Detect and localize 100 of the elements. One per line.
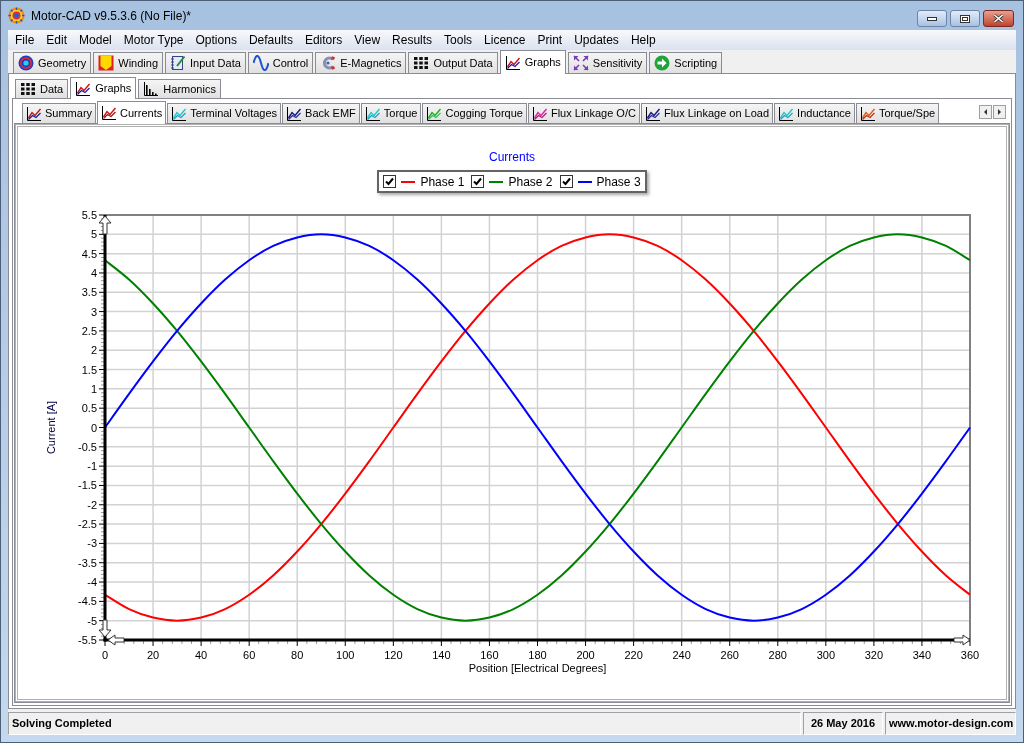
notebook-icon xyxy=(170,55,187,71)
x-tick-label: 360 xyxy=(960,649,980,661)
y-tick-label: 2 xyxy=(90,344,97,357)
y-tick-label: -4 xyxy=(87,576,97,589)
tab[interactable]: Graphs xyxy=(499,50,566,74)
arrow-up-icon[interactable] xyxy=(98,215,112,235)
x-tick-label: 0 xyxy=(101,649,109,661)
tab[interactable]: E-Magnetics xyxy=(315,52,407,73)
tab[interactable]: Currents xyxy=(97,101,167,124)
y-tick-label: -1 xyxy=(87,460,97,473)
menu-item[interactable]: Help xyxy=(624,30,662,50)
y-tick-label: -3 xyxy=(87,537,97,550)
scroll-left-button[interactable] xyxy=(979,105,992,119)
menu-item[interactable]: Model xyxy=(73,30,118,50)
status-message: Solving Completed xyxy=(8,712,801,735)
status-date: 26 May 2016 xyxy=(803,712,883,735)
y-tick-label: 0.5 xyxy=(81,402,97,415)
tab[interactable]: Scripting xyxy=(649,52,723,73)
tab[interactable]: Input Data xyxy=(165,52,246,73)
x-tick-label: 160 xyxy=(480,649,499,661)
y-tick-label: 4 xyxy=(90,266,97,279)
y-axis-title: Current [A] xyxy=(45,400,57,455)
tab[interactable]: Torque xyxy=(360,103,422,123)
y-tick-label: 2.5 xyxy=(81,324,97,337)
line-chart-icon xyxy=(101,105,118,121)
maximize-button[interactable] xyxy=(950,10,980,27)
tab[interactable]: Data xyxy=(15,79,69,98)
x-tick-label: 140 xyxy=(432,649,451,661)
arrow-left-icon[interactable] xyxy=(107,634,125,646)
arrow-circle-icon xyxy=(654,55,671,71)
scroll-right-button[interactable] xyxy=(993,105,1006,119)
tab[interactable]: Flux Linkage O/C xyxy=(527,103,640,123)
legend-label: Phase 1 xyxy=(420,173,465,191)
menu-item[interactable]: Tools xyxy=(438,30,479,50)
menu-item[interactable]: Motor Type xyxy=(117,30,190,50)
tab[interactable]: Back EMF xyxy=(282,103,360,123)
x-tick-label: 240 xyxy=(672,649,691,661)
menu-item[interactable]: Print xyxy=(531,30,569,50)
tab[interactable]: Flux Linkage on Load xyxy=(640,103,774,123)
y-tick-label: -2 xyxy=(87,498,97,511)
x-tick-label: 300 xyxy=(816,649,835,661)
x-tick-label: 60 xyxy=(243,649,256,661)
x-axis-title: Position [Electrical Degrees] xyxy=(468,662,607,674)
tab[interactable]: Summary xyxy=(22,103,97,123)
y-tick-label: 4.5 xyxy=(81,247,97,260)
y-tick-label: -5.5 xyxy=(78,634,97,646)
x-tick-label: 280 xyxy=(768,649,787,661)
menu-item[interactable]: Updates xyxy=(568,30,625,50)
line-chart-icon xyxy=(531,105,548,122)
triangle-left-icon xyxy=(984,109,987,115)
tab[interactable]: Sensitivity xyxy=(567,52,648,73)
x-tick-label: 100 xyxy=(336,649,355,661)
x-tick-label: 80 xyxy=(291,649,304,661)
tab[interactable]: Inductance xyxy=(774,103,855,123)
line-chart-icon xyxy=(859,105,876,122)
minimize-button[interactable] xyxy=(917,10,947,27)
tab[interactable]: Graphs xyxy=(70,77,137,99)
maximize-icon xyxy=(960,14,970,23)
tab[interactable]: Terminal Voltages xyxy=(167,103,282,123)
legend-checkbox[interactable] xyxy=(559,175,573,188)
legend-checkbox[interactable] xyxy=(383,175,397,188)
y-tick-label: 5 xyxy=(90,228,97,241)
y-tick-label: 5.5 xyxy=(81,209,97,221)
menu-item[interactable]: Editors xyxy=(298,30,349,50)
tab[interactable]: Control xyxy=(247,52,314,73)
minimize-icon xyxy=(927,16,937,21)
tab[interactable]: Output Data xyxy=(408,52,498,73)
menu-item[interactable]: Results xyxy=(386,30,439,50)
tab[interactable]: Torque/Spe xyxy=(855,103,940,123)
line-chart-icon xyxy=(26,105,42,122)
arrow-right-icon[interactable] xyxy=(953,634,971,646)
y-tick-label: 0 xyxy=(90,421,97,434)
status-website: www.motor-design.com xyxy=(885,712,1016,735)
y-tick-label: 3 xyxy=(90,305,97,318)
menu-item[interactable]: File xyxy=(9,30,41,50)
tab[interactable]: Geometry xyxy=(13,52,92,73)
line-chart-icon xyxy=(504,54,521,71)
x-tick-label: 180 xyxy=(528,649,547,661)
line-chart-icon xyxy=(75,80,92,97)
tab[interactable]: Harmonics xyxy=(138,79,221,98)
y-tick-label: -2.5 xyxy=(78,518,97,531)
x-tick-label: 220 xyxy=(624,649,643,661)
x-tick-label: 340 xyxy=(912,649,932,661)
x-tick-label: 40 xyxy=(195,649,208,661)
menu-item[interactable]: Licence xyxy=(478,30,532,50)
tab[interactable]: Cogging Torque xyxy=(422,103,527,123)
y-tick-label: -5 xyxy=(87,614,97,627)
menu-item[interactable]: Defaults xyxy=(242,30,299,50)
menu-item[interactable]: Edit xyxy=(40,30,74,50)
gear-icon xyxy=(8,7,25,24)
menu-item[interactable]: View xyxy=(348,30,387,50)
close-button[interactable] xyxy=(983,10,1014,27)
legend-label: Phase 2 xyxy=(508,173,553,191)
menu-item[interactable]: Options xyxy=(189,30,243,50)
x-tick-label: 260 xyxy=(720,649,739,661)
line-chart-icon xyxy=(778,105,795,122)
tab[interactable]: Winding xyxy=(93,52,164,73)
arrow-down-icon[interactable] xyxy=(98,619,112,638)
x-tick-label: 200 xyxy=(576,649,595,661)
legend-checkbox[interactable] xyxy=(471,175,485,188)
